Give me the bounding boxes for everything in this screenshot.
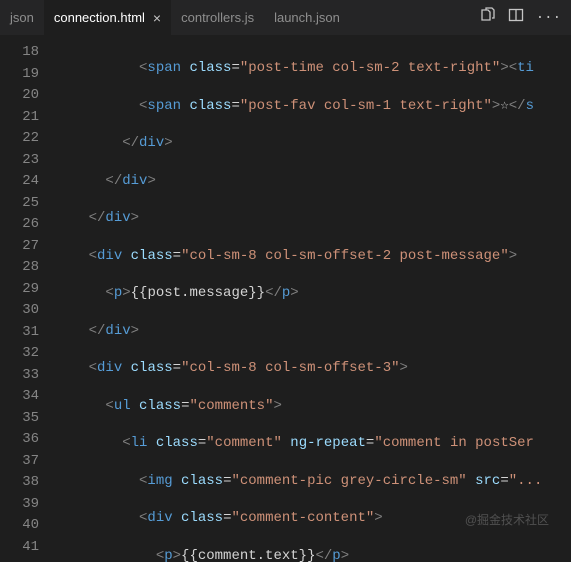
- code-line: <p>{{comment.text}}</p>: [55, 546, 542, 562]
- editor-tabbar: json connection.html × controllers.js la…: [0, 0, 571, 35]
- line-number: 23: [0, 150, 39, 172]
- line-number: 25: [0, 193, 39, 215]
- code-line: <span class="post-time col-sm-2 text-rig…: [55, 58, 542, 80]
- line-number: 31: [0, 322, 39, 344]
- line-number: 20: [0, 85, 39, 107]
- line-number: 38: [0, 472, 39, 494]
- line-number: 37: [0, 451, 39, 473]
- line-number: 41: [0, 537, 39, 559]
- line-number: 34: [0, 386, 39, 408]
- code-line: <span class="post-fav col-sm-1 text-righ…: [55, 96, 542, 118]
- watermark: @掘金技术社区: [465, 511, 549, 528]
- line-number: 29: [0, 279, 39, 301]
- line-number: 39: [0, 494, 39, 516]
- compare-changes-icon[interactable]: [480, 7, 496, 28]
- editor-area[interactable]: 18 19 20 21 22 23 24 25 26 27 28 29 30 3…: [0, 35, 571, 562]
- code-line: <li class="comment" ng-repeat="comment i…: [55, 433, 542, 455]
- tab-label: launch.json: [274, 10, 340, 25]
- split-editor-icon[interactable]: [508, 7, 524, 28]
- tab-actions: ···: [470, 0, 571, 35]
- line-number: 27: [0, 236, 39, 258]
- line-number: 26: [0, 214, 39, 236]
- line-number: 19: [0, 64, 39, 86]
- line-number-gutter: 18 19 20 21 22 23 24 25 26 27 28 29 30 3…: [0, 35, 55, 562]
- code-line: </div>: [55, 133, 542, 155]
- code-line: <p>{{post.message}}</p>: [55, 283, 542, 305]
- tab-label: json: [10, 10, 34, 25]
- tab-launch-json[interactable]: launch.json: [264, 0, 350, 35]
- code-content[interactable]: <span class="post-time col-sm-2 text-rig…: [55, 35, 542, 562]
- line-number: 33: [0, 365, 39, 387]
- line-number: 35: [0, 408, 39, 430]
- line-number: 32: [0, 343, 39, 365]
- tab-controllers-js[interactable]: controllers.js: [171, 0, 264, 35]
- close-icon[interactable]: ×: [153, 10, 161, 26]
- code-line: <ul class="comments">: [55, 396, 542, 418]
- code-line: </div>: [55, 321, 542, 343]
- line-number: 21: [0, 107, 39, 129]
- line-number: 36: [0, 429, 39, 451]
- tab-label: controllers.js: [181, 10, 254, 25]
- line-number: 40: [0, 515, 39, 537]
- code-line: <div class="col-sm-8 col-sm-offset-3">: [55, 358, 542, 380]
- line-number: 30: [0, 300, 39, 322]
- tab-connection-html[interactable]: connection.html ×: [44, 0, 171, 35]
- tab-label: connection.html: [54, 10, 145, 25]
- more-actions-icon[interactable]: ···: [536, 10, 561, 26]
- line-number: 18: [0, 42, 39, 64]
- code-line: <img class="comment-pic grey-circle-sm" …: [55, 471, 542, 493]
- code-line: </div>: [55, 171, 542, 193]
- line-number: 22: [0, 128, 39, 150]
- line-number: 24: [0, 171, 39, 193]
- tab-json-left[interactable]: json: [0, 0, 44, 35]
- line-number: 28: [0, 257, 39, 279]
- code-line: </div>: [55, 208, 542, 230]
- code-line: <div class="col-sm-8 col-sm-offset-2 pos…: [55, 246, 542, 268]
